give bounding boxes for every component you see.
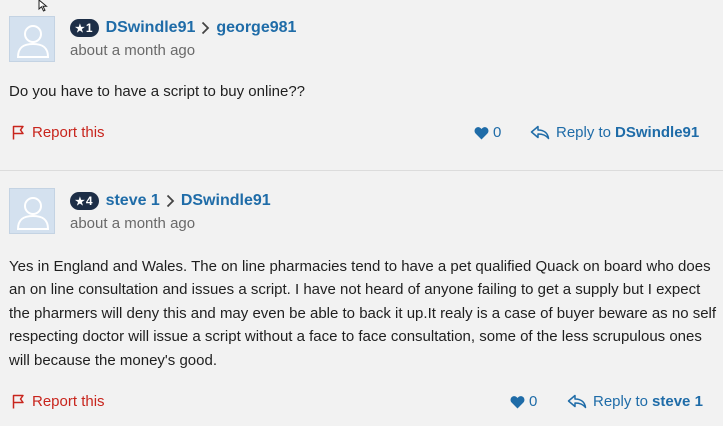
chevron-right-icon — [201, 21, 210, 35]
rank-badge-number: 1 — [85, 21, 93, 35]
rank-badge-number: 4 — [85, 194, 93, 208]
rank-badge: ★ 1 — [70, 19, 99, 37]
flag-icon — [12, 394, 24, 409]
author-link[interactable]: steve 1 — [106, 192, 160, 210]
comment-post: ★ 1 DSwindle91 george981 about a month ag… — [0, 0, 723, 170]
reply-arrow-icon — [567, 394, 587, 409]
reply-target-user: steve 1 — [652, 393, 703, 410]
post-actions: Report this 0 Reply to steve 1 — [0, 391, 723, 415]
post-header: ★ 4 steve 1 DSwindle91 — [70, 190, 271, 212]
rank-badge: ★ 4 — [70, 192, 99, 210]
report-button[interactable]: Report this — [12, 393, 105, 410]
reply-button[interactable]: Reply to steve 1 — [567, 393, 703, 410]
heart-icon — [474, 126, 489, 139]
reply-label: Reply to — [593, 393, 649, 410]
avatar[interactable] — [9, 188, 55, 234]
reply-to-user-link[interactable]: DSwindle91 — [181, 192, 271, 210]
reply-label: Reply to — [556, 124, 612, 141]
report-button[interactable]: Report this — [12, 124, 105, 141]
comment-post: ★ 4 steve 1 DSwindle91 about a month ago … — [0, 171, 723, 426]
post-timestamp: about a month ago — [70, 215, 196, 232]
like-button[interactable]: 0 — [474, 124, 501, 141]
star-icon: ★ — [75, 22, 85, 35]
default-user-avatar-icon — [16, 197, 50, 230]
post-actions: Report this 0 Reply to DSwindle91 — [0, 122, 723, 146]
heart-icon — [510, 395, 525, 408]
reply-button[interactable]: Reply to DSwindle91 — [530, 124, 699, 141]
like-count: 0 — [493, 124, 502, 141]
post-body: Do you have to have a script to buy onli… — [9, 83, 306, 100]
reply-to-user-link[interactable]: george981 — [216, 19, 296, 37]
report-label: Report this — [32, 393, 105, 410]
chevron-right-icon — [166, 194, 175, 208]
like-count: 0 — [529, 393, 538, 410]
avatar[interactable] — [9, 16, 55, 62]
reply-target-user: DSwindle91 — [615, 124, 700, 141]
reply-arrow-icon — [530, 125, 550, 140]
default-user-avatar-icon — [16, 25, 50, 58]
report-label: Report this — [32, 124, 105, 141]
flag-icon — [12, 125, 24, 140]
author-link[interactable]: DSwindle91 — [106, 19, 196, 37]
post-timestamp: about a month ago — [70, 42, 196, 59]
post-header: ★ 1 DSwindle91 george981 — [70, 17, 296, 39]
post-body: Yes in England and Wales. The on line ph… — [9, 258, 717, 369]
star-icon: ★ — [75, 195, 85, 208]
like-button[interactable]: 0 — [510, 393, 537, 410]
